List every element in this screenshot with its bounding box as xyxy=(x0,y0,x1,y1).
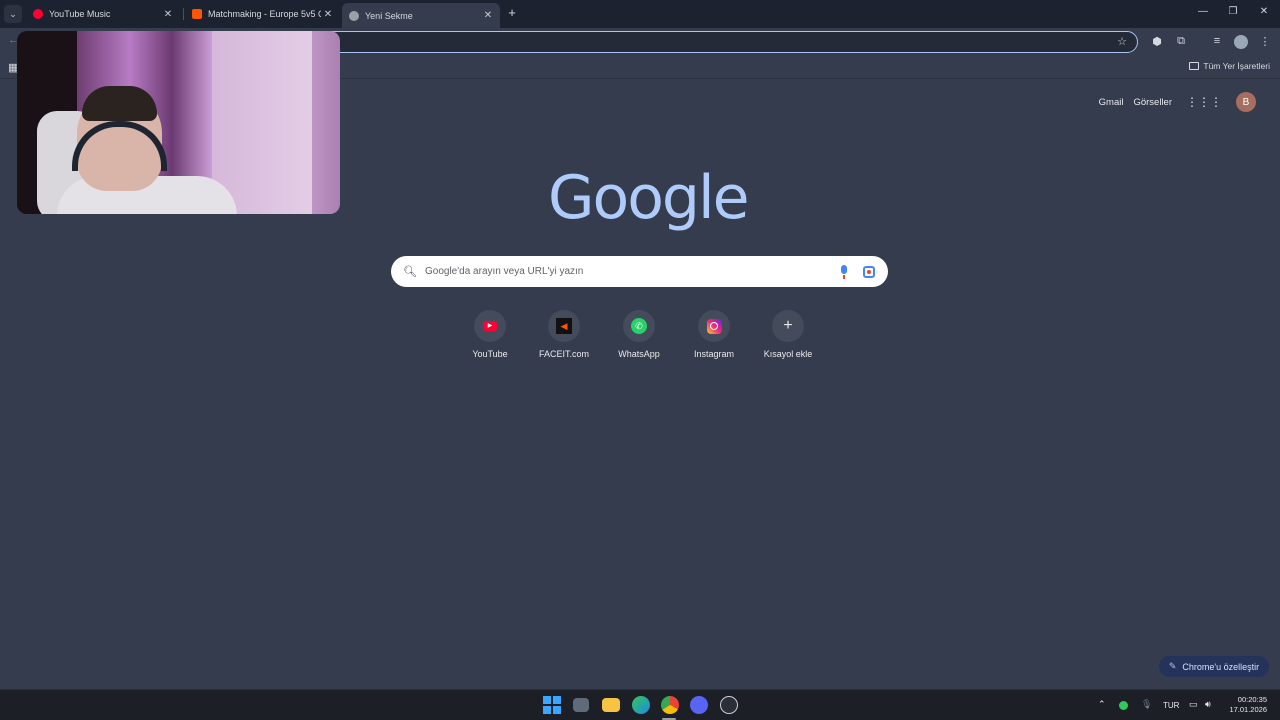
pencil-icon: ✎ xyxy=(1168,661,1177,671)
youtube-icon: ▶ xyxy=(483,321,497,331)
chrome-icon[interactable] xyxy=(661,696,679,714)
plus-icon: + xyxy=(783,317,793,334)
clock-date: 17.01.2026 xyxy=(1229,705,1267,714)
shortcut-label: WhatsApp xyxy=(618,349,660,359)
search-input[interactable] xyxy=(425,266,839,277)
restore-icon[interactable]: ❐ xyxy=(1226,6,1240,17)
shortcut-whatsapp[interactable]: ✆ WhatsApp xyxy=(602,310,676,359)
faceit-icon xyxy=(192,9,202,19)
taskbar: ⌃ 🎙︎ TUR ▭ 🔊︎ 00:20:35 17.01.2026 xyxy=(0,689,1280,720)
media-controls-icon[interactable]: ≡ xyxy=(1210,35,1224,47)
google-lens-icon[interactable] xyxy=(863,265,875,278)
window-close-icon[interactable]: ✕ xyxy=(1257,6,1271,17)
edge-icon[interactable] xyxy=(632,696,650,714)
customize-label: Chrome'u özelleştir xyxy=(1182,661,1260,672)
close-icon[interactable]: ✕ xyxy=(481,10,495,21)
shortcut-faceit[interactable]: ◀ FACEIT.com xyxy=(527,310,601,359)
webcam-overlay xyxy=(17,31,340,214)
chrome-icon xyxy=(349,10,359,21)
shortcut-label: FACEIT.com xyxy=(538,349,589,359)
microphone-icon[interactable]: 🎙︎ xyxy=(1141,699,1152,710)
tab-title: Yeni Sekme xyxy=(365,10,413,21)
tray-overflow-icon[interactable]: ⌃ xyxy=(1098,699,1106,710)
volume-icon[interactable]: 🔊︎ xyxy=(1205,699,1211,710)
tab-search-button[interactable]: ⌄ xyxy=(4,5,22,23)
close-icon[interactable]: ✕ xyxy=(161,9,175,20)
minimize-icon[interactable]: — xyxy=(1196,6,1210,17)
ntp-header-links: Gmail Görseller ⋮⋮⋮ B xyxy=(1089,92,1256,112)
shortcut-label: YouTube xyxy=(472,349,508,359)
new-tab-button[interactable]: + xyxy=(505,5,519,21)
search-box[interactable]: 🔍︎ xyxy=(391,256,888,287)
faceit-icon: ◀ xyxy=(556,318,572,334)
clock-time: 00:20:35 xyxy=(1237,695,1267,704)
chevron-down-icon: ⌄ xyxy=(9,8,17,19)
windows-start-icon[interactable] xyxy=(543,696,561,714)
google-apps-icon[interactable]: ⋮⋮⋮ xyxy=(1186,95,1222,109)
shortcut-label: Kısayol ekle xyxy=(763,349,813,359)
shortcut-label: Instagram xyxy=(693,349,735,359)
instagram-icon xyxy=(706,318,722,334)
folder-icon xyxy=(1189,62,1200,70)
whatsapp-icon: ✆ xyxy=(631,318,647,334)
gmail-link[interactable]: Gmail xyxy=(1099,97,1124,108)
steam-icon[interactable] xyxy=(720,696,738,714)
tab-new-tab[interactable]: Yeni Sekme ✕ xyxy=(342,3,500,28)
profile-avatar[interactable] xyxy=(1234,35,1248,49)
youtube-music-icon xyxy=(33,9,43,19)
google-logo: Google xyxy=(548,163,750,233)
tab-matchmaking[interactable]: Matchmaking - Europe 5v5 Qu ✕ xyxy=(185,2,340,26)
images-link[interactable]: Görseller xyxy=(1133,97,1172,108)
kebab-menu-icon[interactable]: ⋮ xyxy=(1258,35,1272,48)
task-view-icon[interactable] xyxy=(573,698,589,712)
tab-title: Matchmaking - Europe 5v5 Qu xyxy=(208,9,321,19)
voice-search-icon[interactable] xyxy=(839,264,849,279)
customize-chrome-button[interactable]: ✎ Chrome'u özelleştir xyxy=(1159,656,1269,677)
extensions-puzzle-icon[interactable]: ⧉ xyxy=(1174,35,1188,48)
shortcut-instagram[interactable]: Instagram xyxy=(677,310,751,359)
bookmark-star-icon[interactable]: ☆ xyxy=(1117,35,1127,48)
all-bookmarks-label: Tüm Yer İşaretleri xyxy=(1203,61,1270,71)
file-explorer-icon[interactable] xyxy=(602,698,620,712)
shortcut-add[interactable]: + Kısayol ekle xyxy=(751,310,825,359)
tab-title: YouTube Music xyxy=(49,9,111,19)
clock[interactable]: 00:20:35 17.01.2026 xyxy=(1229,695,1267,715)
extension-icon[interactable]: ⬢ xyxy=(1150,35,1164,48)
tab-strip: ⌄ YouTube Music ✕ Matchmaking - Europe 5… xyxy=(0,0,1280,28)
all-bookmarks-button[interactable]: Tüm Yer İşaretleri xyxy=(1189,61,1270,71)
close-icon[interactable]: ✕ xyxy=(321,9,335,20)
language-indicator[interactable]: TUR xyxy=(1163,701,1179,710)
account-avatar[interactable]: B xyxy=(1236,92,1256,112)
network-icon[interactable]: ▭ xyxy=(1189,699,1198,710)
address-bar[interactable]: ☆ xyxy=(300,31,1138,53)
discord-icon[interactable] xyxy=(690,696,708,714)
tab-separator xyxy=(183,8,184,20)
search-icon: 🔍︎ xyxy=(403,266,417,278)
status-dot-icon[interactable] xyxy=(1119,701,1128,710)
shortcut-youtube[interactable]: ▶ YouTube xyxy=(453,310,527,359)
tab-youtube-music[interactable]: YouTube Music ✕ xyxy=(26,2,180,26)
